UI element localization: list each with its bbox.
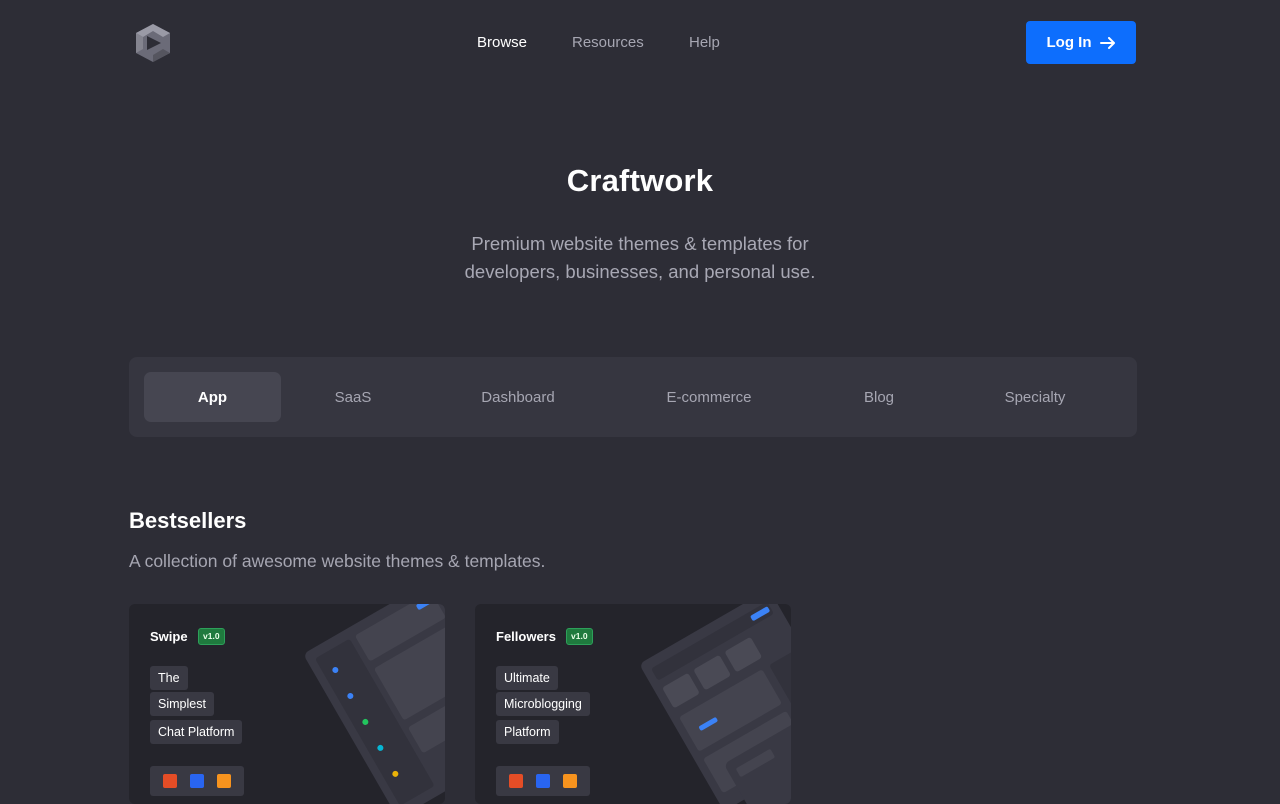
tech-icons — [496, 766, 590, 796]
product-card-swipe[interactable]: Swipe v1.0 The Simplest Chat Platform — [129, 604, 445, 804]
login-label: Log In — [1046, 34, 1092, 51]
card-tag: Ultimate — [496, 666, 558, 690]
tab-app[interactable]: App — [144, 372, 281, 422]
page-title: Craftwork — [566, 163, 714, 198]
tab-saas[interactable]: SaaS — [301, 372, 405, 422]
page: Browse Resources Help // mark active nav… — [0, 0, 1280, 804]
theme-preview-image — [305, 604, 445, 804]
version-badge: v1.0 — [198, 628, 225, 645]
login-button[interactable]: Log In — [1026, 21, 1136, 64]
tab-dashboard[interactable]: Dashboard — [449, 372, 587, 422]
subtitle-line-2: developers, businesses, and personal use… — [464, 261, 816, 282]
css3-icon — [536, 774, 550, 788]
category-tabs: App SaaS Dashboard E-commerce Blog Speci… — [129, 357, 1137, 437]
sketch-icon — [217, 774, 231, 788]
arrow-right-icon — [1099, 36, 1115, 49]
card-tag: The — [150, 666, 188, 690]
card-tag: Platform — [496, 720, 559, 744]
section-subtitle: A collection of awesome website themes &… — [129, 551, 546, 571]
page-subtitle: Premium website themes & templates for d… — [0, 230, 1280, 286]
tab-e-commerce[interactable]: E-commerce — [639, 372, 779, 422]
subtitle-line-1: Premium website themes & templates for — [471, 233, 809, 254]
tab-blog[interactable]: Blog — [829, 372, 929, 422]
nav-resources[interactable]: Resources — [572, 34, 644, 51]
card-tag: Chat Platform — [150, 720, 243, 744]
tab-specialty[interactable]: Specialty — [979, 372, 1091, 422]
html5-icon — [163, 774, 177, 788]
version-badge: v1.0 — [566, 628, 593, 645]
html5-icon — [509, 774, 523, 788]
nav-help[interactable]: Help — [689, 34, 720, 51]
card-tag: Simplest — [150, 692, 214, 716]
nav-browse[interactable]: Browse — [477, 34, 527, 51]
card-name: Fellowers — [496, 629, 556, 644]
css3-icon — [190, 774, 204, 788]
card-tag: Microblogging — [496, 692, 590, 716]
theme-preview-image — [641, 604, 791, 804]
product-card-fellowers[interactable]: Fellowers v1.0 Ultimate Microblogging Pl… — [475, 604, 791, 804]
sketch-icon — [563, 774, 577, 788]
tech-icons — [150, 766, 244, 796]
section-title: Bestsellers — [129, 508, 247, 533]
card-name: Swipe — [150, 629, 188, 644]
